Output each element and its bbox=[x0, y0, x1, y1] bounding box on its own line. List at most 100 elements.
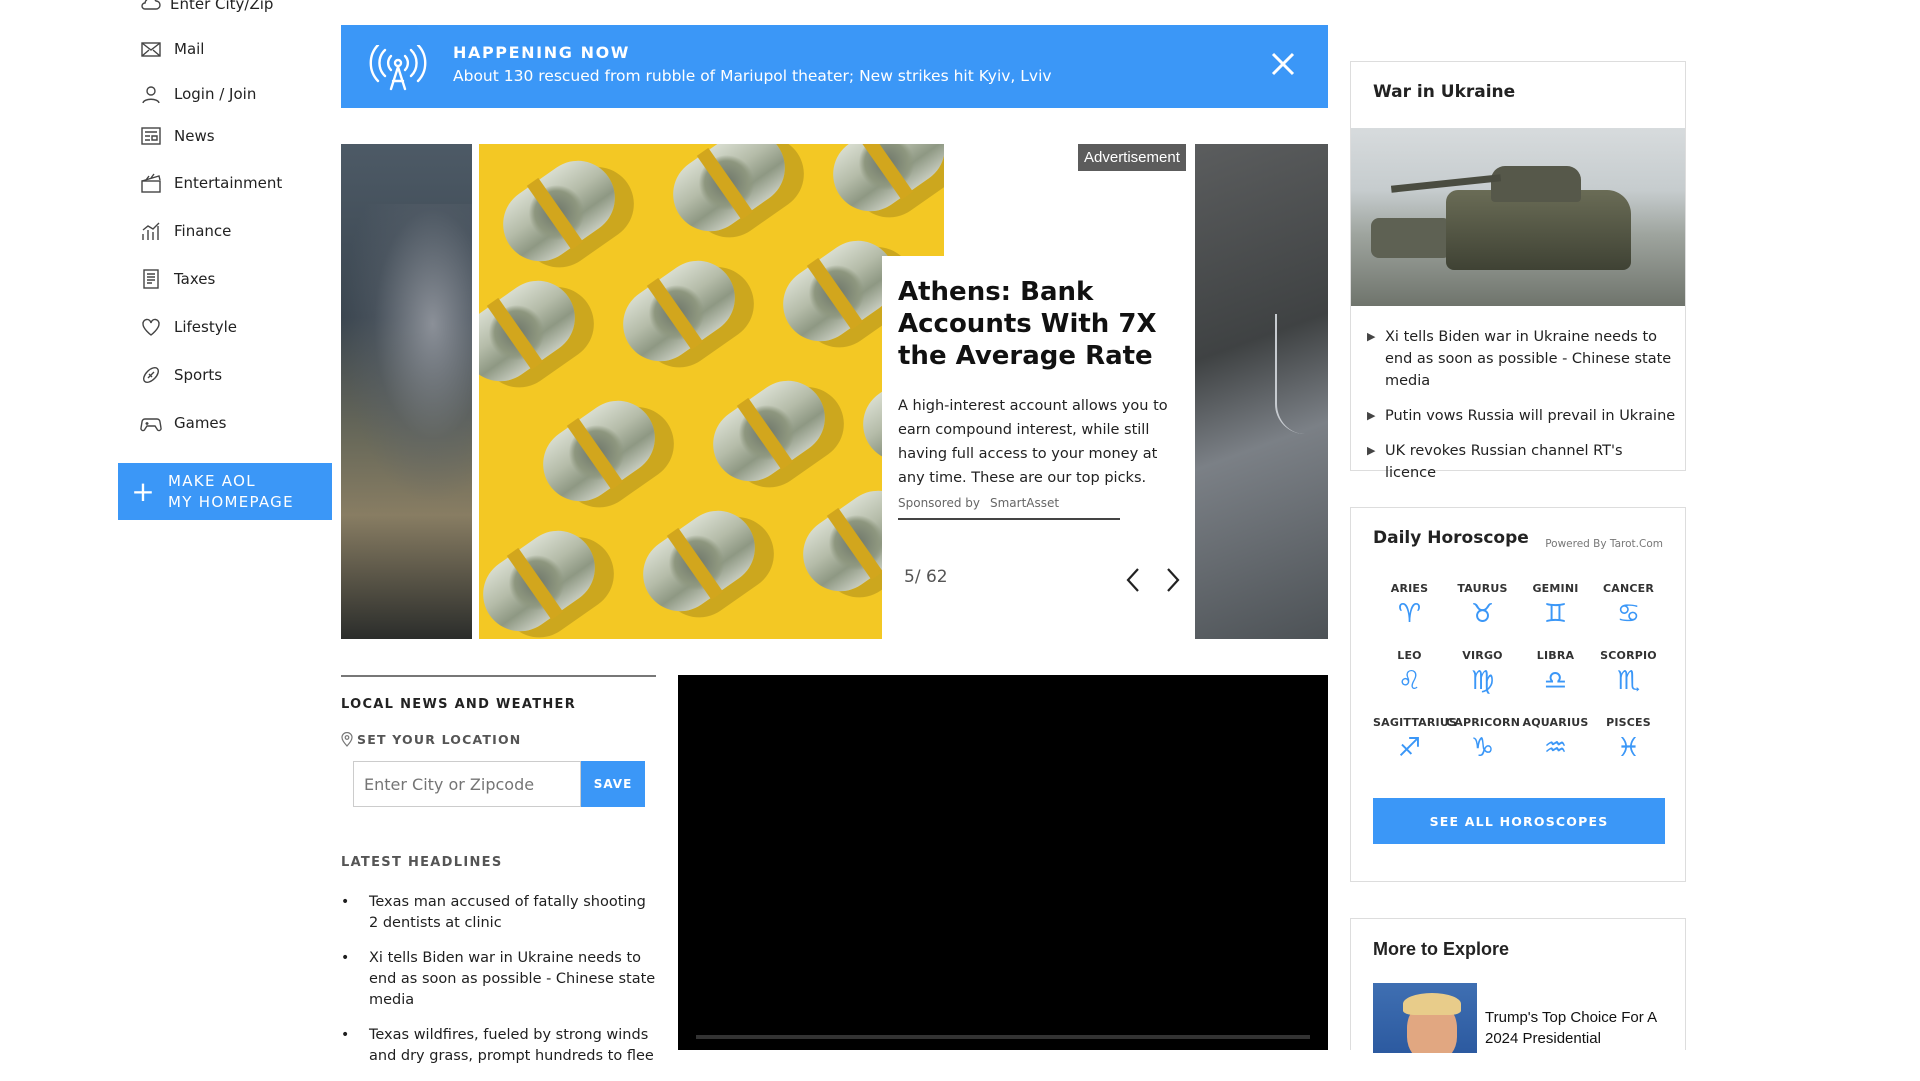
ad-sponsor[interactable]: Sponsored by SmartAsset bbox=[898, 496, 1120, 520]
close-icon[interactable] bbox=[1268, 49, 1298, 79]
happening-now-banner[interactable]: HAPPENING NOW About 130 rescued from rub… bbox=[341, 25, 1328, 108]
nav-item-mail[interactable]: Mail bbox=[140, 38, 204, 60]
cancer-icon: ♋︎ bbox=[1616, 599, 1641, 629]
horoscope-title: Daily Horoscope bbox=[1373, 528, 1529, 548]
chevron-right-icon[interactable] bbox=[1159, 566, 1185, 594]
sign-pisces[interactable]: PISCES ♓︎ bbox=[1592, 716, 1665, 765]
sign-taurus[interactable]: TAURUS ♉︎ bbox=[1446, 582, 1519, 631]
location-link[interactable]: Enter City/Zip bbox=[140, 0, 273, 14]
homepage-line-1: MAKE AOL bbox=[168, 471, 256, 490]
zodiac-grid: ARIES ♈︎ TAURUS ♉︎ GEMINI ♊︎ CANCER ♋︎ LEO ♌︎… bbox=[1373, 582, 1665, 765]
video-progress-bar[interactable] bbox=[696, 1035, 1310, 1039]
capricorn-icon: ♑︎ bbox=[1470, 733, 1495, 763]
user-icon bbox=[142, 86, 160, 104]
more-to-explore-card: More to Explore Trump's Top Choice For A… bbox=[1350, 918, 1686, 1053]
war-headline-item[interactable]: Xi tells Biden war in Ukraine needs to e… bbox=[1367, 326, 1677, 392]
nav-item-news[interactable]: News bbox=[140, 125, 215, 147]
nav-item-taxes[interactable]: Taxes bbox=[140, 268, 215, 290]
war-headline-item[interactable]: UK revokes Russian channel RT's licence bbox=[1367, 440, 1677, 484]
zip-input[interactable] bbox=[353, 761, 581, 807]
nav-item-label: Entertainment bbox=[174, 174, 283, 192]
sign-capricorn[interactable]: CAPRICORN ♑︎ bbox=[1446, 716, 1520, 765]
sign-scorpio[interactable]: SCORPIO ♏︎ bbox=[1592, 649, 1665, 698]
explore-link[interactable]: Trump's Top Choice For A 2024 Presidenti… bbox=[1485, 1007, 1665, 1049]
sign-leo[interactable]: LEO ♌︎ bbox=[1373, 649, 1446, 698]
next-slide-image[interactable] bbox=[1195, 144, 1328, 639]
gemini-icon: ♊︎ bbox=[1543, 599, 1568, 629]
sign-sagittarius[interactable]: SAGITTARIUS ♐︎ bbox=[1373, 716, 1458, 765]
nav-item-login[interactable]: Login / Join bbox=[140, 83, 256, 105]
video-player[interactable] bbox=[678, 675, 1328, 1050]
powered-by-label: Powered By Tarot.Com bbox=[1545, 538, 1663, 550]
scorpio-icon: ♏︎ bbox=[1616, 666, 1641, 696]
see-all-horoscopes-button[interactable]: SEE ALL HOROSCOPES bbox=[1373, 798, 1665, 844]
clapper-icon bbox=[141, 173, 161, 193]
sign-libra[interactable]: LIBRA ♎︎ bbox=[1519, 649, 1592, 698]
location-label: Enter City/Zip bbox=[170, 0, 274, 13]
sign-name: TAURUS bbox=[1457, 582, 1508, 595]
nav-item-label: Login / Join bbox=[174, 85, 257, 103]
local-news-heading: LOCAL NEWS AND WEATHER bbox=[341, 697, 577, 712]
sign-aries[interactable]: ARIES ♈︎ bbox=[1373, 582, 1446, 631]
explore-thumbnail[interactable] bbox=[1373, 983, 1477, 1053]
sign-name: VIRGO bbox=[1462, 649, 1503, 662]
ad-image[interactable] bbox=[479, 144, 944, 639]
headlines-list: Texas man accused of fatally shooting 2 … bbox=[341, 892, 656, 1067]
pisces-icon: ♓︎ bbox=[1616, 733, 1641, 763]
section-divider bbox=[341, 675, 656, 677]
sign-name: PISCES bbox=[1606, 716, 1651, 729]
mail-icon bbox=[141, 42, 161, 57]
ad-title[interactable]: Athens: Bank Accounts With 7X the Averag… bbox=[898, 276, 1181, 372]
make-homepage-button[interactable]: + MAKE AOL MY HOMEPAGE bbox=[118, 463, 332, 520]
war-headlines-list: Xi tells Biden war in Ukraine needs to e… bbox=[1367, 326, 1677, 497]
war-card-title[interactable]: War in Ukraine bbox=[1373, 82, 1515, 102]
sign-name: LIBRA bbox=[1536, 649, 1575, 662]
sign-cancer[interactable]: CANCER ♋︎ bbox=[1592, 582, 1665, 631]
sign-gemini[interactable]: GEMINI ♊︎ bbox=[1519, 582, 1592, 631]
aquarius-icon: ♒︎ bbox=[1543, 733, 1568, 763]
nav-item-label: Finance bbox=[174, 222, 232, 240]
nav-item-lifestyle[interactable]: Lifestyle bbox=[140, 316, 237, 338]
heart-icon bbox=[142, 318, 160, 336]
plus-icon: + bbox=[131, 474, 155, 508]
set-location-link[interactable]: SET YOUR LOCATION bbox=[341, 732, 656, 747]
sponsor-name: SmartAsset bbox=[989, 496, 1060, 510]
slide-counter: 5/ 62 bbox=[904, 567, 948, 587]
nav-item-label: Lifestyle bbox=[174, 318, 238, 336]
nav-item-finance[interactable]: Finance bbox=[140, 220, 231, 242]
nav-item-label: Mail bbox=[174, 40, 205, 58]
homepage-button-label: MAKE AOL MY HOMEPAGE bbox=[168, 471, 294, 513]
local-news-section: LOCAL NEWS AND WEATHER SET YOUR LOCATION… bbox=[341, 675, 656, 1081]
gamepad-icon bbox=[140, 418, 162, 432]
nav-item-entertainment[interactable]: Entertainment bbox=[140, 172, 282, 194]
chevron-left-icon[interactable] bbox=[1121, 566, 1147, 594]
headline-item[interactable]: Xi tells Biden war in Ukraine needs to e… bbox=[341, 948, 656, 1011]
libra-icon: ♎︎ bbox=[1543, 666, 1568, 696]
sign-name: SAGITTARIUS bbox=[1373, 716, 1458, 729]
sign-virgo[interactable]: VIRGO ♍︎ bbox=[1446, 649, 1519, 698]
sign-aquarius[interactable]: AQUARIUS ♒︎ bbox=[1519, 716, 1592, 765]
location-form: SAVE bbox=[353, 761, 656, 807]
previous-slide-image[interactable] bbox=[341, 144, 472, 639]
nav-item-label: Games bbox=[174, 414, 227, 432]
sign-name: GEMINI bbox=[1532, 582, 1579, 595]
leo-icon: ♌︎ bbox=[1397, 666, 1422, 696]
sign-name: AQUARIUS bbox=[1522, 716, 1589, 729]
document-icon bbox=[143, 269, 159, 289]
news-icon bbox=[141, 127, 161, 145]
tank-photo[interactable] bbox=[1351, 128, 1685, 306]
war-headline-item[interactable]: Putin vows Russia will prevail in Ukrain… bbox=[1367, 405, 1677, 427]
set-location-label: SET YOUR LOCATION bbox=[357, 732, 522, 747]
nav-item-sports[interactable]: Sports bbox=[140, 364, 222, 386]
headline-item[interactable]: Texas man accused of fatally shooting 2 … bbox=[341, 892, 656, 934]
daily-horoscope-card: Daily Horoscope Powered By Tarot.Com ARI… bbox=[1350, 507, 1686, 882]
football-icon bbox=[143, 367, 159, 383]
banner-kicker: HAPPENING NOW bbox=[453, 43, 631, 62]
nav-item-label: Taxes bbox=[174, 270, 216, 288]
virgo-icon: ♍︎ bbox=[1470, 666, 1495, 696]
headline-item[interactable]: Texas wildfires, fueled by strong winds … bbox=[341, 1025, 656, 1067]
save-button[interactable]: SAVE bbox=[581, 761, 645, 807]
sign-name: ARIES bbox=[1390, 582, 1429, 595]
nav-item-games[interactable]: Games bbox=[140, 412, 226, 434]
banner-headline[interactable]: About 130 rescued from rubble of Mariupo… bbox=[453, 67, 1052, 85]
